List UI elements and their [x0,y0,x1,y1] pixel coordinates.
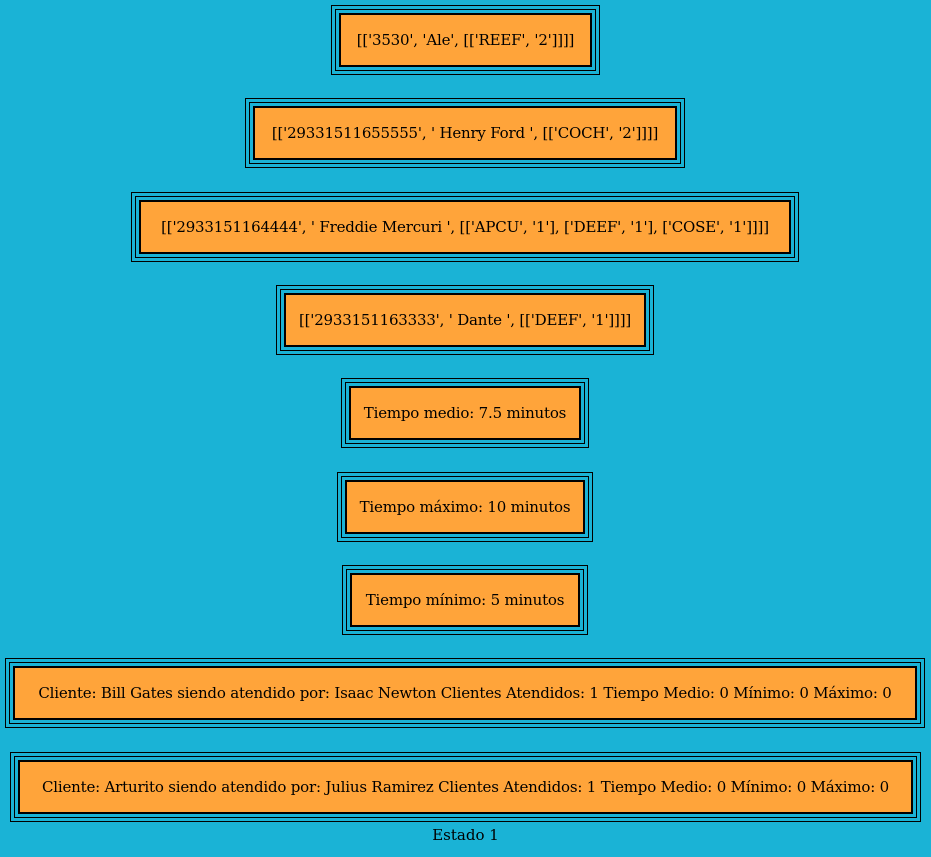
cliente-node-arturito-frame: Cliente: Arturito siendo atendido por: J… [14,756,917,818]
queue-node-dante: [['2933151163333', ' Dante ', [['DEEF', … [276,285,654,355]
queue-node-henry-ford: [['29331511655555', ' Henry Ford ', [['C… [245,98,685,168]
tiempo-minimo-node: Tiempo mínimo: 5 minutos [342,565,588,635]
tiempo-medio-label: Tiempo medio: 7.5 minutos [349,386,581,440]
tiempo-maximo-label: Tiempo máximo: 10 minutos [345,480,585,534]
graph-caption: Estado 1 [432,826,499,844]
cliente-node-arturito: Cliente: Arturito siendo atendido por: J… [10,752,921,822]
queue-node-henry-ford-frame: [['29331511655555', ' Henry Ford ', [['C… [249,102,681,164]
cliente-node-bill-gates: Cliente: Bill Gates siendo atendido por:… [5,658,925,728]
tiempo-minimo-frame: Tiempo mínimo: 5 minutos [346,569,584,631]
queue-node-henry-ford-label: [['29331511655555', ' Henry Ford ', [['C… [253,106,677,160]
tiempo-minimo-label: Tiempo mínimo: 5 minutos [350,573,580,627]
tiempo-maximo-node: Tiempo máximo: 10 minutos [337,472,593,542]
queue-node-dante-label: [['2933151163333', ' Dante ', [['DEEF', … [284,293,646,347]
tiempo-medio-frame: Tiempo medio: 7.5 minutos [345,382,585,444]
queue-node-ale-frame: [['3530', 'Ale', [['REEF', '2']]]] [335,9,596,71]
tiempo-maximo-frame: Tiempo máximo: 10 minutos [341,476,589,538]
tiempo-medio-node: Tiempo medio: 7.5 minutos [341,378,589,448]
queue-node-ale: [['3530', 'Ale', [['REEF', '2']]]] [331,5,600,75]
queue-node-ale-label: [['3530', 'Ale', [['REEF', '2']]]] [339,13,592,67]
queue-node-dante-frame: [['2933151163333', ' Dante ', [['DEEF', … [280,289,650,351]
queue-node-freddie-mercuri-frame: [['2933151164444', ' Freddie Mercuri ', … [135,196,795,258]
queue-node-freddie-mercuri: [['2933151164444', ' Freddie Mercuri ', … [131,192,799,262]
cliente-node-arturito-label: Cliente: Arturito siendo atendido por: J… [18,760,913,814]
cliente-node-bill-gates-frame: Cliente: Bill Gates siendo atendido por:… [9,662,921,724]
cliente-node-bill-gates-label: Cliente: Bill Gates siendo atendido por:… [13,666,917,720]
queue-node-freddie-mercuri-label: [['2933151164444', ' Freddie Mercuri ', … [139,200,791,254]
